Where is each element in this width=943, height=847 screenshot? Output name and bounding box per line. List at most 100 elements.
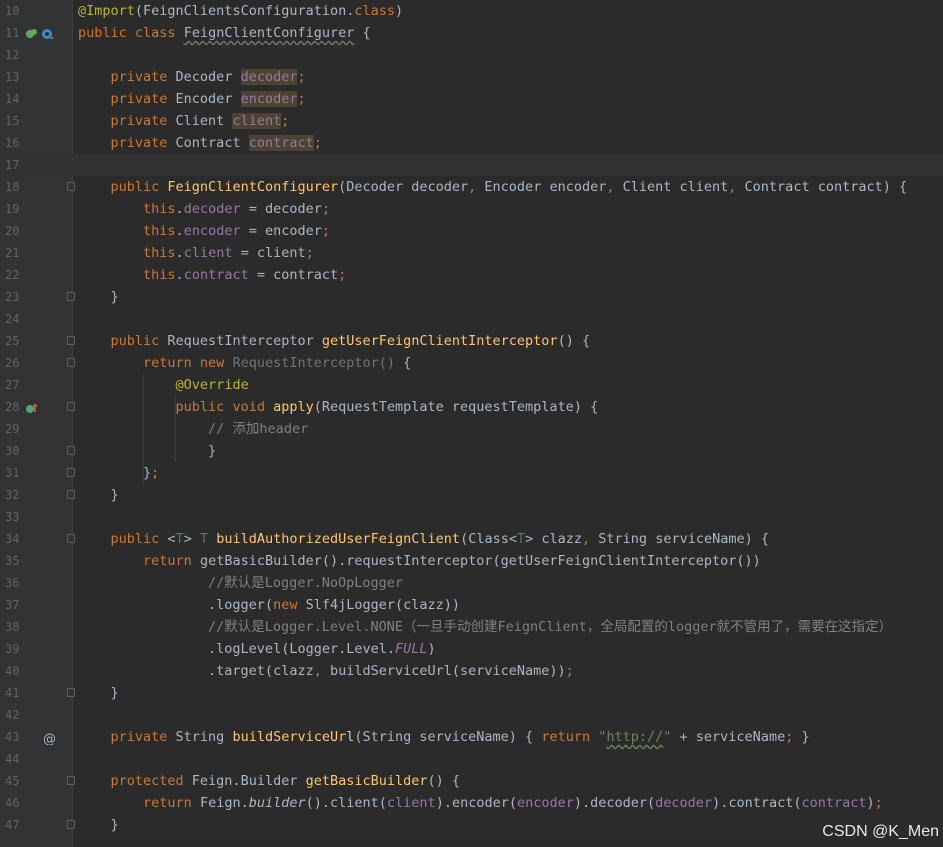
code-line[interactable]: 13 private Decoder decoder; bbox=[0, 66, 943, 88]
code-editor[interactable]: 10 @Import(FeignClientsConfiguration.clas… bbox=[0, 0, 943, 847]
code-line[interactable]: 41 } bbox=[0, 682, 943, 704]
line-number[interactable]: 34 bbox=[0, 528, 27, 550]
code-text[interactable]: //默认是Logger.Level.NONE（一旦手动创建FeignClient… bbox=[78, 616, 892, 638]
code-text[interactable]: public class FeignClientConfigurer { bbox=[78, 22, 371, 44]
code-text[interactable]: private Decoder decoder; bbox=[78, 66, 306, 88]
code-text[interactable]: private String buildServiceUrl(String se… bbox=[78, 726, 810, 748]
code-text[interactable]: //默认是Logger.NoOpLogger bbox=[78, 572, 403, 594]
code-text[interactable]: return new RequestInterceptor() { bbox=[78, 352, 411, 374]
line-number[interactable]: 25 bbox=[0, 330, 27, 352]
fold-marker-icon[interactable] bbox=[67, 402, 75, 411]
fold-marker-icon[interactable] bbox=[67, 820, 75, 829]
fold-marker-icon[interactable] bbox=[67, 468, 75, 477]
line-number[interactable]: 20 bbox=[0, 220, 27, 242]
code-line[interactable]: 40 .target(clazz, buildServiceUrl(servic… bbox=[0, 660, 943, 682]
code-text[interactable]: this.contract = contract; bbox=[78, 264, 346, 286]
line-number[interactable]: 38 bbox=[0, 616, 27, 638]
code-text[interactable]: return Feign.builder().client(client).en… bbox=[78, 792, 883, 814]
code-line[interactable]: 27 @Override bbox=[0, 374, 943, 396]
line-number[interactable]: 32 bbox=[0, 484, 27, 506]
code-line[interactable]: 21 this.client = client; bbox=[0, 242, 943, 264]
code-line[interactable]: 29 // 添加header bbox=[0, 418, 943, 440]
line-number[interactable]: 37 bbox=[0, 594, 27, 616]
line-number[interactable]: 17 bbox=[0, 154, 27, 176]
code-text[interactable]: private Encoder encoder; bbox=[78, 88, 306, 110]
override-nav-icon[interactable] bbox=[41, 26, 55, 40]
code-line[interactable]: 34 public <T> T buildAuthorizedUserFeign… bbox=[0, 528, 943, 550]
line-number[interactable]: 46 bbox=[0, 792, 27, 814]
code-line[interactable]: 26 return new RequestInterceptor() { bbox=[0, 352, 943, 374]
code-text[interactable]: private Contract contract; bbox=[78, 132, 322, 154]
code-line[interactable]: 19 this.decoder = decoder; bbox=[0, 198, 943, 220]
code-text[interactable]: public void apply(RequestTemplate reques… bbox=[78, 396, 599, 418]
line-number[interactable]: 30 bbox=[0, 440, 27, 462]
line-number[interactable]: 18 bbox=[0, 176, 27, 198]
code-line[interactable]: 17 bbox=[0, 154, 943, 176]
code-text[interactable]: this.client = client; bbox=[78, 242, 314, 264]
code-line[interactable]: 22 this.contract = contract; bbox=[0, 264, 943, 286]
code-line[interactable]: 11 public class FeignClientConfigurer { bbox=[0, 22, 943, 44]
line-number[interactable]: 39 bbox=[0, 638, 27, 660]
code-line[interactable]: 44 bbox=[0, 748, 943, 770]
code-line[interactable]: 35 return getBasicBuilder().requestInter… bbox=[0, 550, 943, 572]
code-line[interactable]: 33 bbox=[0, 506, 943, 528]
code-text[interactable]: } bbox=[78, 484, 119, 506]
code-text[interactable]: // 添加header bbox=[78, 418, 308, 440]
code-text[interactable]: .logger(new Slf4jLogger(clazz)) bbox=[78, 594, 460, 616]
fold-marker-icon[interactable] bbox=[67, 688, 75, 697]
line-number[interactable]: 23 bbox=[0, 286, 27, 308]
line-number[interactable]: 11 bbox=[0, 22, 27, 44]
line-number[interactable]: 26 bbox=[0, 352, 27, 374]
code-text[interactable]: } bbox=[78, 682, 119, 704]
fold-marker-icon[interactable] bbox=[67, 292, 75, 301]
line-number[interactable]: 28 bbox=[0, 396, 27, 418]
fold-marker-icon[interactable] bbox=[67, 534, 75, 543]
line-number[interactable]: 10 bbox=[0, 0, 27, 22]
line-number[interactable]: 33 bbox=[0, 506, 27, 528]
line-number[interactable]: 21 bbox=[0, 242, 27, 264]
line-number[interactable]: 42 bbox=[0, 704, 27, 726]
code-line[interactable]: 37 .logger(new Slf4jLogger(clazz)) bbox=[0, 594, 943, 616]
at-icon[interactable]: @ bbox=[42, 730, 56, 747]
line-number[interactable]: 36 bbox=[0, 572, 27, 594]
line-number[interactable]: 43 bbox=[0, 726, 27, 748]
code-line[interactable]: 46 return Feign.builder().client(client)… bbox=[0, 792, 943, 814]
fold-marker-icon[interactable] bbox=[67, 358, 75, 367]
code-line[interactable]: 18 public FeignClientConfigurer(Decoder … bbox=[0, 176, 943, 198]
code-text[interactable]: }; bbox=[78, 462, 159, 484]
code-text[interactable]: @Override bbox=[78, 374, 249, 396]
line-number[interactable]: 14 bbox=[0, 88, 27, 110]
line-number[interactable]: 40 bbox=[0, 660, 27, 682]
code-line[interactable]: 45 protected Feign.Builder getBasicBuild… bbox=[0, 770, 943, 792]
code-line[interactable]: 25 public RequestInterceptor getUserFeig… bbox=[0, 330, 943, 352]
code-text[interactable]: public <T> T buildAuthorizedUserFeignCli… bbox=[78, 528, 769, 550]
line-number[interactable]: 24 bbox=[0, 308, 27, 330]
code-text[interactable]: .target(clazz, buildServiceUrl(serviceNa… bbox=[78, 660, 574, 682]
line-number[interactable]: 31 bbox=[0, 462, 27, 484]
code-line[interactable]: 43 @ private String buildServiceUrl(Strin… bbox=[0, 726, 943, 748]
code-text[interactable]: public FeignClientConfigurer(Decoder dec… bbox=[78, 176, 908, 198]
line-number[interactable]: 45 bbox=[0, 770, 27, 792]
code-line[interactable]: 15 private Client client; bbox=[0, 110, 943, 132]
fold-marker-icon[interactable] bbox=[67, 336, 75, 345]
line-number[interactable]: 35 bbox=[0, 550, 27, 572]
code-line[interactable]: 42 bbox=[0, 704, 943, 726]
code-text[interactable]: this.decoder = decoder; bbox=[78, 198, 330, 220]
line-number[interactable]: 16 bbox=[0, 132, 27, 154]
line-number[interactable]: 29 bbox=[0, 418, 27, 440]
code-line[interactable]: 47 } bbox=[0, 814, 943, 836]
code-text[interactable]: public RequestInterceptor getUserFeignCl… bbox=[78, 330, 591, 352]
code-line[interactable]: 23 } bbox=[0, 286, 943, 308]
line-number[interactable]: 13 bbox=[0, 66, 27, 88]
code-line[interactable]: 14 private Encoder encoder; bbox=[0, 88, 943, 110]
code-text[interactable]: } bbox=[78, 814, 119, 836]
code-text[interactable]: private Client client; bbox=[78, 110, 289, 132]
code-text[interactable]: } bbox=[78, 440, 216, 462]
line-number[interactable]: 44 bbox=[0, 748, 27, 770]
code-line[interactable]: 36 //默认是Logger.NoOpLogger bbox=[0, 572, 943, 594]
code-line[interactable]: 12 bbox=[0, 44, 943, 66]
line-number[interactable]: 47 bbox=[0, 814, 27, 836]
code-text[interactable]: } bbox=[78, 286, 119, 308]
line-number[interactable]: 15 bbox=[0, 110, 27, 132]
line-number[interactable]: 22 bbox=[0, 264, 27, 286]
